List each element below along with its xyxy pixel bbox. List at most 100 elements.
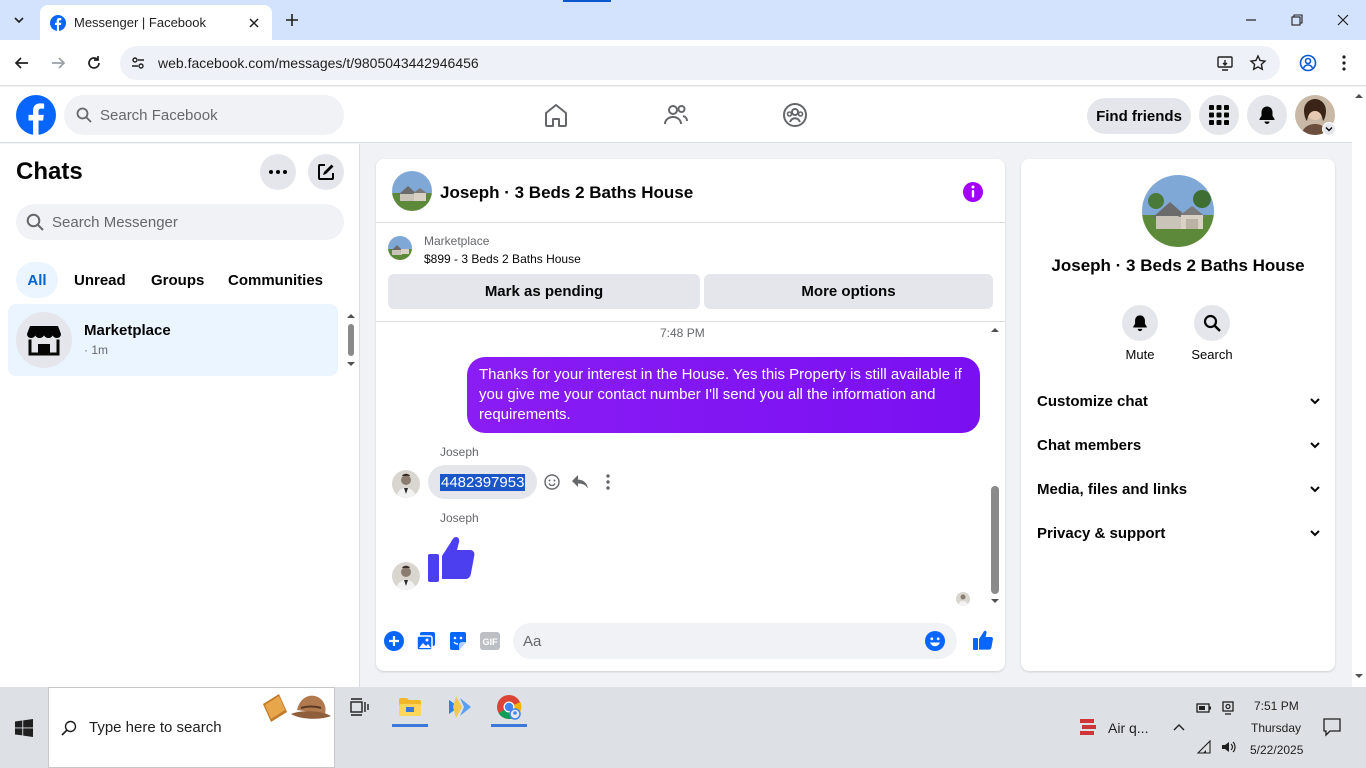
chat-members-section[interactable]: Chat members: [1037, 427, 1321, 463]
tab-title: Messenger | Facebook: [74, 15, 206, 30]
mute-button[interactable]: Mute: [1110, 305, 1170, 362]
listing-price-title[interactable]: $899 - 3 Beds 2 Baths House: [424, 252, 581, 266]
more-options-button[interactable]: More options: [704, 274, 993, 309]
kebab-menu-icon: [1342, 55, 1346, 71]
emoji-icon[interactable]: [925, 631, 945, 651]
clock-date[interactable]: 5/22/2025: [1250, 743, 1303, 757]
show-hidden-icons-button[interactable]: [1171, 719, 1187, 735]
conversation-header: Joseph · 3 Beds 2 Baths House: [376, 159, 1005, 223]
outgoing-message-bubble[interactable]: Thanks for your interest in the House. Y…: [467, 357, 980, 433]
minimize-button[interactable]: [1239, 8, 1263, 32]
groups-nav-button[interactable]: [781, 101, 809, 129]
sticker-button[interactable]: [448, 631, 468, 651]
chat-list-item[interactable]: Marketplace · 1m: [8, 304, 338, 376]
filter-tab-communities[interactable]: Communities: [216, 262, 335, 298]
message-input[interactable]: Aa: [513, 623, 957, 659]
account-menu-chevron[interactable]: [1322, 122, 1336, 136]
forward-button[interactable]: [46, 51, 70, 75]
customize-chat-section[interactable]: Customize chat: [1037, 383, 1321, 419]
details-avatar[interactable]: [1142, 175, 1214, 247]
incoming-message-text[interactable]: 4482397953: [440, 473, 526, 491]
filter-tab-groups[interactable]: Groups: [139, 262, 216, 298]
incoming-message-bubble[interactable]: 4482397953: [428, 465, 538, 499]
mark-as-pending-button[interactable]: Mark as pending: [388, 274, 700, 309]
filter-tab-all[interactable]: All: [16, 262, 58, 298]
chrome-app[interactable]: [485, 687, 533, 727]
bell-icon: [1259, 106, 1275, 124]
compose-icon: [318, 164, 334, 180]
sender-avatar[interactable]: [392, 562, 420, 590]
site-settings-icon[interactable]: [130, 55, 146, 71]
battery-icon[interactable]: [1196, 701, 1212, 715]
task-view-button[interactable]: [336, 687, 384, 727]
address-bar[interactable]: web.facebook.com/messages/t/980504344294…: [120, 46, 1280, 80]
facebook-search-input[interactable]: Search Facebook: [64, 95, 344, 135]
back-button[interactable]: [10, 51, 34, 75]
search-icon-circle: [1194, 305, 1230, 341]
facebook-logo[interactable]: [16, 95, 56, 135]
messenger-search-input[interactable]: Search Messenger: [16, 204, 344, 240]
chat-options-button[interactable]: [260, 154, 296, 190]
sidebar-scrollbar[interactable]: [344, 308, 358, 372]
notifications-button[interactable]: [1247, 95, 1287, 135]
media-files-links-section[interactable]: Media, files and links: [1037, 471, 1321, 507]
search-placeholder: Search Facebook: [100, 106, 218, 124]
conversation-scrollbar[interactable]: [988, 322, 1002, 610]
find-friends-button[interactable]: Find friends: [1087, 98, 1191, 134]
air-quality-weather-icon[interactable]: [1078, 715, 1098, 739]
wifi-icon[interactable]: [1196, 739, 1212, 755]
attach-photo-button[interactable]: [416, 631, 436, 651]
conversation-info-button[interactable]: [962, 181, 984, 203]
file-explorer-app[interactable]: [386, 687, 434, 727]
message-composer: GIF Aa: [376, 619, 1005, 663]
more-actions-button[interactable]: [384, 631, 404, 651]
browser-tab-messenger[interactable]: Messenger | Facebook: [40, 5, 272, 40]
meet-now-icon[interactable]: [1220, 699, 1236, 715]
conversation-avatar[interactable]: [392, 171, 432, 211]
filter-tab-unread[interactable]: Unread: [62, 262, 138, 298]
chrome-menu-button[interactable]: [1332, 51, 1356, 75]
bookmark-star-icon[interactable]: [1248, 53, 1268, 73]
reload-button[interactable]: [82, 51, 106, 75]
conversation-title[interactable]: Joseph · 3 Beds 2 Baths House: [440, 183, 693, 203]
react-button[interactable]: [542, 472, 562, 492]
restore-button[interactable]: [1285, 8, 1309, 32]
marketplace-avatar: [16, 312, 72, 368]
house-photo-icon: [1142, 175, 1214, 247]
page-scrollbar[interactable]: [1352, 87, 1366, 687]
volume-icon[interactable]: [1220, 739, 1236, 755]
chevron-down-icon: [1310, 530, 1320, 537]
listing-thumbnail[interactable]: [388, 236, 412, 260]
taskbar-search-input[interactable]: Type here to search: [48, 687, 335, 768]
thumbs-up-message[interactable]: [426, 532, 478, 584]
search-in-chat-button[interactable]: Search: [1182, 305, 1242, 362]
notification-center-button[interactable]: [1322, 717, 1342, 737]
chrome-icon: [497, 695, 522, 720]
facebook-logo-icon: [16, 95, 56, 135]
home-nav-button[interactable]: [542, 101, 570, 129]
friends-nav-button[interactable]: [662, 101, 690, 129]
weather-widget-text[interactable]: Air q...: [1108, 720, 1148, 736]
chrome-profile-button[interactable]: [1296, 51, 1320, 75]
tab-search-button[interactable]: [6, 7, 32, 33]
close-window-button[interactable]: [1331, 8, 1355, 32]
new-tab-button[interactable]: [282, 10, 302, 30]
clock-time[interactable]: 7:51 PM: [1254, 699, 1299, 713]
send-like-button[interactable]: [972, 629, 994, 651]
close-tab-icon[interactable]: [246, 15, 262, 31]
gif-button[interactable]: GIF: [480, 631, 500, 651]
install-app-icon[interactable]: [1215, 53, 1235, 73]
seen-indicator-avatar: [956, 592, 970, 606]
privacy-support-section[interactable]: Privacy & support: [1037, 515, 1321, 551]
chevron-down-icon: [1325, 127, 1333, 132]
menu-button[interactable]: [1199, 95, 1239, 135]
start-button[interactable]: [0, 687, 48, 768]
active-app-indicator: [392, 724, 428, 727]
message-more-button[interactable]: [598, 472, 618, 492]
new-message-button[interactable]: [308, 154, 344, 190]
reply-button[interactable]: [570, 472, 590, 492]
sender-avatar[interactable]: [392, 470, 420, 498]
message-thread: 7:48 PM Thanks for your interest in the …: [376, 322, 1005, 610]
power-automate-app[interactable]: [436, 687, 484, 727]
clock-day[interactable]: Thursday: [1251, 721, 1301, 735]
